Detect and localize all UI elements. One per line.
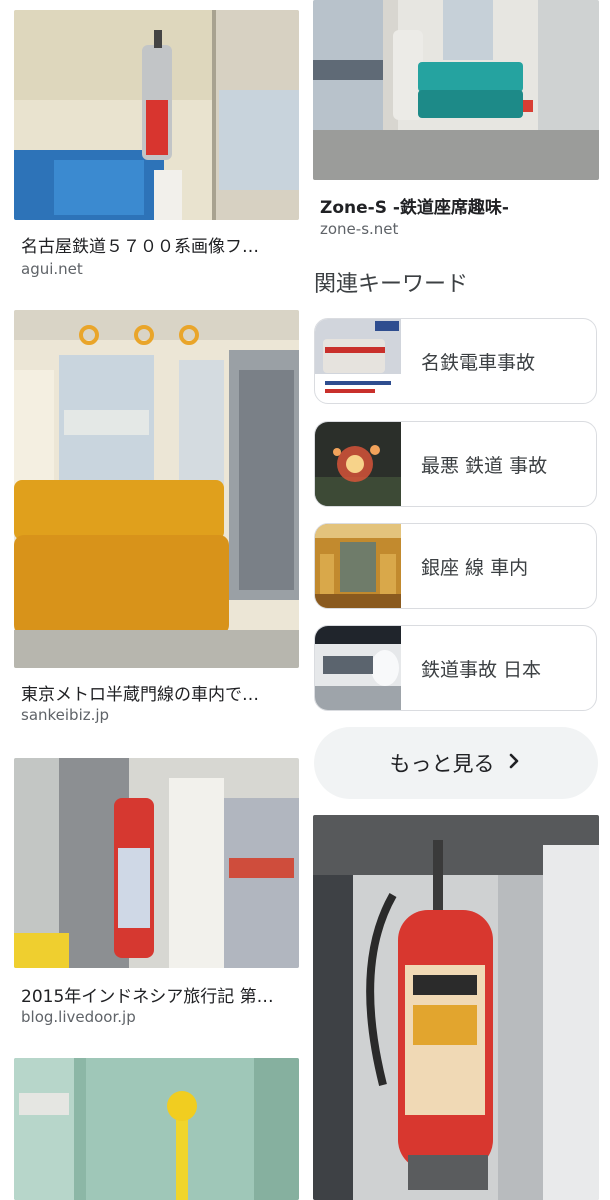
related-keyword-card[interactable]: 最悪 鉄道 事故	[314, 421, 597, 507]
result-image-zone-s[interactable]	[313, 0, 599, 180]
keyword-thumbnail	[315, 524, 401, 608]
related-keyword-card[interactable]: 銀座 線 車内	[314, 523, 597, 609]
result-image-green-interior[interactable]	[14, 1058, 299, 1200]
result-image-fire-extinguisher[interactable]	[313, 815, 599, 1200]
more-button-label: もっと見る	[389, 752, 495, 776]
result-caption[interactable]: 名古屋鉄道５７００系画像フ…	[21, 232, 291, 257]
keyword-thumbnail	[315, 626, 401, 710]
related-keyword-label: 鉄道事故 日本	[421, 658, 542, 681]
result-image-hanzomon[interactable]	[14, 310, 299, 668]
related-keyword-card[interactable]: 鉄道事故 日本	[314, 625, 597, 711]
keyword-thumbnail	[315, 422, 401, 506]
result-source: sankeibiz.jp	[21, 706, 110, 724]
result-caption[interactable]: 東京メトロ半蔵門線の車内で…	[21, 680, 291, 705]
related-keyword-card[interactable]: 名鉄電車事故	[314, 318, 597, 404]
result-source: agui.net	[21, 260, 83, 278]
result-source: zone-s.net	[320, 220, 399, 238]
keyword-thumbnail	[315, 319, 401, 403]
related-keyword-label: 最悪 鉄道 事故	[421, 454, 548, 477]
related-keyword-label: 銀座 線 車内	[421, 556, 529, 579]
chevron-right-icon	[505, 751, 523, 775]
result-image-indonesia[interactable]	[14, 758, 299, 968]
related-keywords-title: 関連キーワード	[314, 272, 469, 297]
result-caption[interactable]: Zone-S -鉄道座席趣味-	[320, 193, 592, 218]
result-source: blog.livedoor.jp	[21, 1008, 136, 1026]
result-image-meitetsu[interactable]	[14, 10, 299, 220]
result-caption[interactable]: 2015年インドネシア旅行記 第…	[21, 982, 293, 1007]
related-keyword-label: 名鉄電車事故	[421, 351, 536, 374]
more-button[interactable]: もっと見る	[314, 727, 598, 799]
